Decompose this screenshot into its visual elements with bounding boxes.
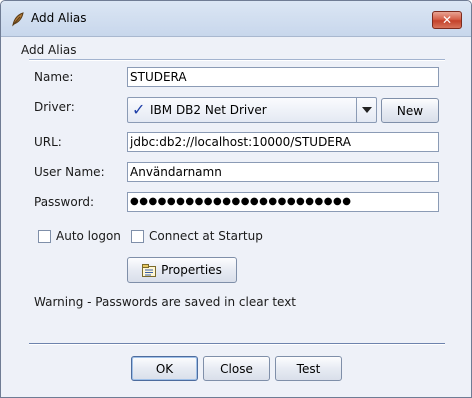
new-driver-button[interactable]: New bbox=[381, 98, 439, 123]
driver-dropdown-arrow[interactable] bbox=[356, 98, 376, 122]
add-alias-dialog: Add Alias ✕ Add Alias Name: STUDERA Driv… bbox=[0, 0, 472, 398]
driver-value: IBM DB2 Net Driver bbox=[150, 103, 267, 117]
close-window-button[interactable]: ✕ bbox=[432, 11, 462, 29]
password-label: Password: bbox=[34, 195, 95, 209]
auto-logon-checkbox[interactable] bbox=[38, 229, 51, 243]
properties-label: Properties bbox=[161, 263, 222, 277]
user-name-field[interactable]: Användarnamn bbox=[127, 162, 439, 182]
connect-at-startup-option[interactable]: Connect at Startup bbox=[131, 229, 263, 243]
close-icon: ✕ bbox=[441, 13, 453, 27]
name-label: Name: bbox=[34, 70, 74, 84]
window-title: Add Alias bbox=[31, 11, 87, 25]
bottom-separator bbox=[29, 343, 445, 345]
driver-select[interactable]: ✓ IBM DB2 Net Driver bbox=[127, 97, 377, 123]
chevron-down-icon bbox=[361, 107, 372, 113]
name-field[interactable]: STUDERA bbox=[127, 67, 439, 87]
title-bar[interactable]: Add Alias ✕ bbox=[1, 1, 471, 37]
properties-button[interactable]: Properties bbox=[127, 257, 237, 283]
url-label: URL: bbox=[34, 135, 62, 149]
test-button[interactable]: Test bbox=[275, 356, 342, 381]
close-button[interactable]: Close bbox=[203, 356, 270, 381]
dialog-content bbox=[7, 38, 465, 392]
user-name-label: User Name: bbox=[34, 165, 105, 179]
auto-logon-option[interactable]: Auto logon bbox=[38, 229, 121, 243]
top-separator bbox=[29, 59, 445, 61]
driver-label: Driver: bbox=[34, 100, 75, 114]
checkmark-icon: ✓ bbox=[132, 100, 146, 119]
connect-at-startup-label: Connect at Startup bbox=[149, 229, 263, 243]
password-warning: Warning - Passwords are saved in clear t… bbox=[34, 295, 297, 309]
url-field[interactable]: jdbc:db2://localhost:10000/STUDERA bbox=[127, 132, 439, 152]
connect-at-startup-checkbox[interactable] bbox=[131, 229, 144, 243]
ok-button[interactable]: OK bbox=[131, 356, 198, 381]
section-title: Add Alias bbox=[21, 43, 77, 57]
auto-logon-label: Auto logon bbox=[56, 229, 121, 243]
password-field[interactable]: ●●●●●●●●●●●●●●●●●●●●●●●● bbox=[127, 192, 439, 212]
feather-icon bbox=[12, 12, 24, 27]
properties-icon bbox=[142, 263, 157, 277]
